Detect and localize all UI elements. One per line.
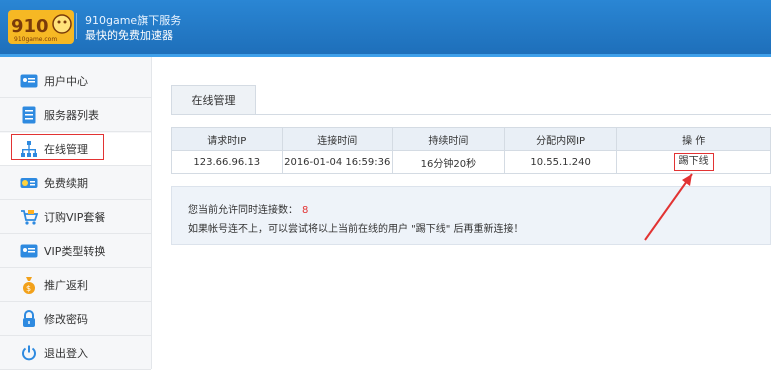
svg-text:$: $: [26, 284, 31, 293]
sidebar-item-vip-conversion[interactable]: VIP类型转换: [0, 235, 151, 268]
sidebar-item-logout[interactable]: 退出登入: [0, 337, 151, 370]
brand-subtitle: 最快的免费加速器: [85, 29, 173, 42]
shopping-cart-icon: [20, 208, 38, 226]
top-header: 910 910game.com 910game旗下服务 最快的免费加速器: [0, 0, 771, 57]
brand-tagline: 910game旗下服务: [85, 14, 182, 27]
cell-request-ip: 123.66.96.13: [171, 150, 283, 174]
sidebar: 用户中心 服务器列表 在线管理 免费续期 订购VIP套餐 VIP类型转换 $ 推…: [0, 57, 152, 370]
tab-divider: [171, 114, 771, 115]
sidebar-item-change-password[interactable]: 修改密码: [0, 303, 151, 336]
sidebar-item-label: 退出登入: [44, 347, 88, 360]
sidebar-item-label: 免费续期: [44, 177, 88, 190]
active-item-highlight: [11, 134, 104, 160]
svg-text:910game.com: 910game.com: [14, 36, 57, 43]
logo-910game[interactable]: 910 910game.com: [8, 10, 74, 44]
column-header-action: 操 作: [616, 127, 771, 151]
column-header-lan-ip: 分配内网IP: [503, 127, 618, 151]
annotation-arrow-icon: [644, 173, 693, 241]
logo-divider: [76, 13, 77, 39]
lock-icon: [20, 310, 38, 328]
column-header-duration: 持续时间: [391, 127, 505, 151]
cell-duration: 16分钟20秒: [391, 150, 505, 174]
column-header-request-ip: 请求时IP: [171, 127, 283, 151]
sidebar-item-free-renewal[interactable]: 免费续期: [0, 167, 151, 200]
document-icon: [20, 106, 38, 124]
sidebar-item-label: 服务器列表: [44, 109, 99, 122]
sidebar-item-label: 修改密码: [44, 313, 88, 326]
svg-text:910: 910: [11, 16, 49, 37]
sidebar-item-buy-vip[interactable]: 订购VIP套餐: [0, 201, 151, 234]
user-card-icon: [20, 72, 38, 90]
power-icon: [20, 344, 38, 362]
sidebar-item-label: 订购VIP套餐: [44, 211, 106, 224]
sidebar-item-label: 用户中心: [44, 75, 88, 88]
table-header-row: 请求时IP 连接时间 持续时间 分配内网IP 操 作: [171, 127, 771, 151]
cell-connect-time: 2016-01-04 16:59:36: [281, 150, 393, 174]
vip-card-icon: [20, 242, 38, 260]
sidebar-item-label: 推广返利: [44, 279, 88, 292]
sidebar-item-user-center[interactable]: 用户中心: [0, 65, 151, 98]
sidebar-item-referral-rebate[interactable]: $ 推广返利: [0, 269, 151, 302]
notice-line-2: 如果帐号连不上，可以尝试将以上当前在线的用户 "踢下线" 后再重新连接！: [188, 224, 524, 235]
notice-line-1: 您当前允许同时连接数： 8: [188, 201, 308, 216]
cell-lan-ip: 10.55.1.240: [503, 150, 618, 174]
session-table: 请求时IP 连接时间 持续时间 分配内网IP 操 作 123.66.96.13 …: [171, 127, 771, 174]
tab-online-management[interactable]: 在线管理: [171, 85, 256, 114]
sidebar-item-server-list[interactable]: 服务器列表: [0, 99, 151, 132]
allowed-connections-count: 8: [302, 205, 309, 216]
column-header-connect-time: 连接时间: [281, 127, 393, 151]
coins-icon: [20, 174, 38, 192]
allowed-connections-label: 您当前允许同时连接数：: [188, 205, 298, 216]
sidebar-item-label: VIP类型转换: [44, 245, 106, 258]
money-bag-icon: $: [20, 276, 38, 294]
kick-offline-button[interactable]: 踢下线: [673, 153, 714, 171]
